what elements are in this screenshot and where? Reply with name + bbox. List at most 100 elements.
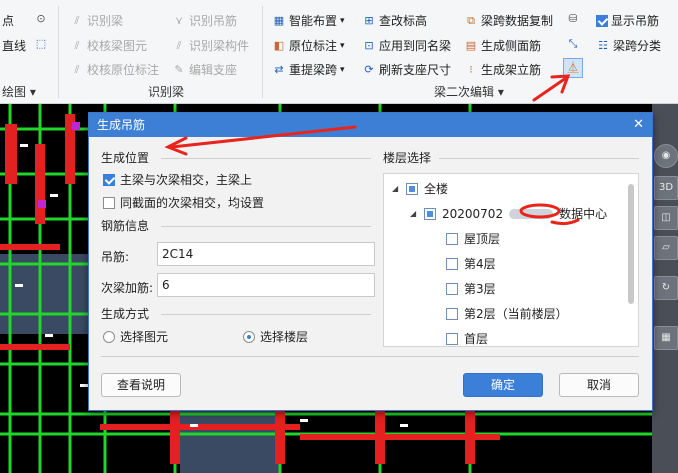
rebar-section-label: 钢筋信息 [101, 219, 150, 233]
point-label: 点 [2, 14, 15, 28]
identify-component-button[interactable]: ⫽ 识别梁构件 [172, 37, 249, 54]
tree-checkbox[interactable] [406, 182, 418, 195]
hanger-label: 吊筋: [101, 250, 130, 264]
divider [439, 158, 639, 159]
stirrup-icon: ⁝ [469, 62, 473, 76]
stand-rebar-button[interactable]: ⁝ 生成架立筋 [464, 61, 541, 78]
opt-main-secondary[interactable]: 主梁与次梁相交，主梁上 [103, 171, 252, 188]
apply-icon: ⊡ [364, 38, 374, 52]
refresh-icon: ⟳ [364, 62, 374, 76]
generate-hanger-icon[interactable]: ⏅ [563, 58, 583, 78]
rotate-icon[interactable]: ↻ [654, 276, 678, 300]
tree-checkbox[interactable] [446, 282, 458, 295]
tag-icon: ◧ [273, 38, 285, 52]
hanger-input[interactable]: 2C14 [157, 242, 375, 266]
floor-tree[interactable]: ◢ 全楼 ◢ 20200702 数据中心 屋顶层 第4层 第3层 第2层（当前楼… [383, 173, 639, 347]
help-button[interactable]: 查看说明 [101, 373, 181, 397]
dot-icon[interactable]: ⊙ [34, 12, 48, 26]
tree-floor[interactable]: 第4层 [446, 255, 496, 272]
smart-layout-icon: ▦ [273, 13, 285, 27]
close-icon[interactable]: ✕ [633, 113, 644, 137]
divider [58, 6, 59, 98]
main-secondary-checkbox[interactable] [103, 173, 115, 186]
expand-icon[interactable]: ◢ [410, 209, 418, 218]
span-class-icon: ☷ [598, 38, 608, 52]
line-label: 直线 [2, 39, 27, 53]
copy-span-data-button[interactable]: ⧉ 梁跨数据复制 [464, 12, 553, 29]
dialog-titlebar[interactable]: 生成吊筋 ✕ [89, 113, 652, 137]
apply-same-name-button[interactable]: ⊡ 应用到同名梁 [362, 37, 451, 54]
component-icon: ⫽ [176, 38, 182, 52]
divider [101, 356, 639, 357]
check-icon: ⫽ [74, 62, 80, 76]
group-label-beam-edit[interactable]: 梁二次编辑 ▾ [434, 83, 504, 100]
divider [161, 314, 371, 315]
select-floor-radio[interactable] [243, 330, 255, 343]
point-tool[interactable]: 点 [2, 12, 14, 29]
hanger-icon: ⋎ [174, 13, 184, 27]
side-rebar-button[interactable]: ▤ 生成侧面筋 [464, 37, 541, 54]
divider [161, 158, 371, 159]
ok-button[interactable]: 确定 [463, 373, 543, 397]
tree-scrollbar[interactable] [628, 184, 634, 304]
identify-hanger-button[interactable]: ⋎ 识别吊筋 [172, 12, 237, 29]
check-icon: ⫽ [74, 38, 80, 52]
floor-section-label: 楼层选择 [383, 151, 432, 165]
identify-beam-button[interactable]: ⫽ 识别梁 [70, 12, 123, 29]
divider [161, 226, 371, 227]
orbit-icon[interactable]: ◉ [654, 144, 678, 168]
smart-layout-button[interactable]: ▦ 智能布置 ▾ [272, 12, 345, 29]
edit-icon: ✎ [174, 62, 184, 76]
tree-checkbox[interactable] [446, 307, 458, 320]
grid-view-icon[interactable]: ▦ [654, 326, 678, 350]
check-elevation-button[interactable]: ⊞ 查改标高 [362, 12, 427, 29]
cancel-button[interactable]: 取消 [559, 373, 639, 397]
select-element-radio[interactable] [103, 330, 115, 343]
tree-floor[interactable]: 首层 [446, 330, 488, 346]
method-option-select-floor[interactable]: 选择楼层 [243, 328, 308, 345]
view-toolbar: ◉ 3D ◫ ▱ ↻ ▦ [652, 104, 678, 473]
group-label-draw[interactable]: 绘图 ▾ [2, 83, 36, 100]
side-rebar-icon: ▤ [465, 38, 477, 52]
annotation-icon[interactable]: ⤡ [566, 37, 580, 51]
beam-icon: ⫽ [74, 13, 80, 27]
tree-checkbox[interactable] [424, 207, 436, 220]
same-section-checkbox[interactable] [103, 196, 115, 209]
span-classify-button[interactable]: ☷ 梁跨分类 [596, 37, 661, 54]
tree-checkbox[interactable] [446, 332, 458, 345]
refresh-support-button[interactable]: ⟳ 刷新支座尺寸 [362, 61, 451, 78]
redacted-text [509, 208, 554, 219]
elevation-icon: ⊞ [364, 13, 374, 27]
method-option-select-element[interactable]: 选择图元 [103, 328, 168, 345]
original-tag-button[interactable]: ◧ 原位标注 ▾ [272, 37, 345, 54]
check-beam-button[interactable]: ⫽ 校核梁图元 [70, 37, 147, 54]
tree-floor[interactable]: 第3层 [446, 280, 496, 297]
tree-project[interactable]: ◢ 20200702 数据中心 [410, 205, 607, 222]
display-hanger-checkbox[interactable] [596, 14, 608, 27]
expand-icon[interactable]: ◢ [392, 184, 400, 193]
layer-icon[interactable]: ⛁ [566, 12, 580, 26]
tree-checkbox[interactable] [446, 232, 458, 245]
dialog-title: 生成吊筋 [97, 118, 146, 132]
tree-root[interactable]: ◢ 全楼 [392, 180, 448, 197]
rect-icon[interactable]: ⬚ [34, 37, 48, 51]
line-tool[interactable]: 直线 [2, 37, 26, 54]
divider [262, 6, 263, 98]
group-label-identify: 识别梁 [148, 85, 185, 99]
extra-rebar-label: 次梁加筋: [101, 281, 154, 295]
cube-view-icon[interactable]: ◫ [654, 206, 678, 230]
tree-floor[interactable]: 第2层（当前楼层） [446, 305, 568, 322]
copy-icon: ⧉ [467, 13, 475, 27]
top-view-icon[interactable]: ▱ [654, 236, 678, 260]
span-icon: ⇄ [274, 62, 284, 76]
reextract-span-button[interactable]: ⇄ 重提梁跨 ▾ [272, 61, 344, 78]
tree-floor[interactable]: 屋顶层 [446, 230, 500, 247]
position-section-label: 生成位置 [101, 151, 150, 165]
opt-same-section[interactable]: 同截面的次梁相交，均设置 [103, 194, 264, 211]
check-tag-button[interactable]: ⫽ 校核原位标注 [70, 61, 159, 78]
edit-support-button[interactable]: ✎ 编辑支座 [172, 61, 237, 78]
extra-rebar-input[interactable]: 6 [157, 273, 375, 297]
tree-checkbox[interactable] [446, 257, 458, 270]
3d-view-icon[interactable]: 3D [654, 176, 678, 200]
display-hanger-toggle[interactable]: 显示吊筋 [596, 12, 659, 29]
